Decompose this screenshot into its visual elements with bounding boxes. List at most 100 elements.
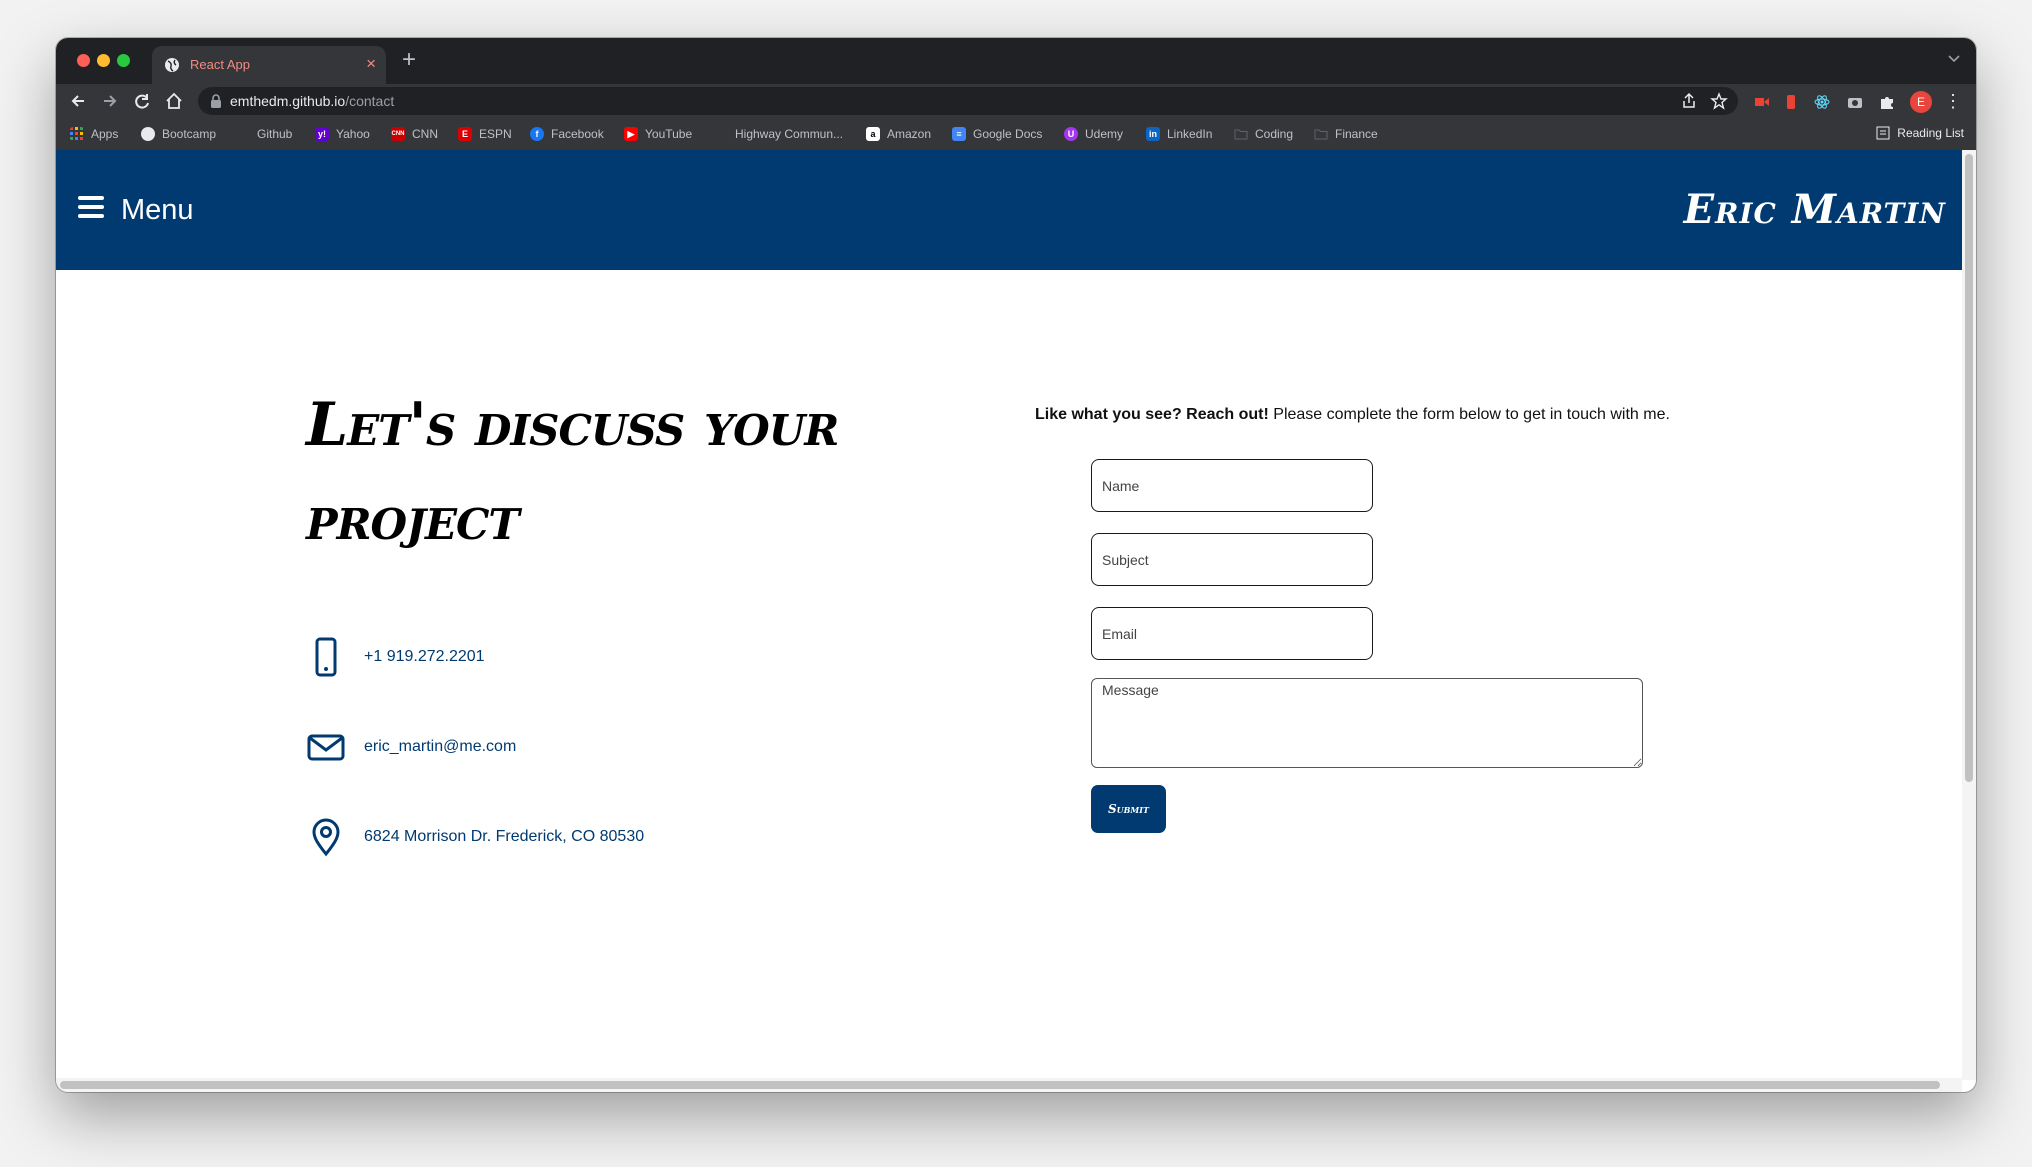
google-docs-icon: ≡ (952, 127, 966, 141)
reload-icon[interactable] (132, 91, 152, 111)
bookmark-folder-coding[interactable]: Coding (1234, 126, 1293, 142)
subject-input[interactable] (1091, 533, 1373, 586)
form-intro-text: Please complete the form below to get in… (1268, 406, 1670, 423)
cnn-icon: CNN (391, 127, 405, 141)
submit-button[interactable]: Submit (1091, 785, 1166, 833)
yahoo-icon: y! (315, 127, 329, 141)
bookmark-folder-finance[interactable]: Finance (1314, 126, 1378, 142)
reading-list-icon (1876, 126, 1890, 140)
hamburger-menu-icon[interactable] (78, 196, 104, 218)
minimize-window-button[interactable] (97, 54, 110, 67)
phone-number[interactable]: +1 919.272.2201 (364, 648, 485, 666)
email-input[interactable] (1091, 607, 1373, 660)
bookmark-label: Google Docs (973, 127, 1043, 141)
bookmark-udemy[interactable]: U Udemy (1064, 126, 1123, 142)
bookmark-label: Highway Commun... (735, 127, 844, 141)
folder-icon (1314, 129, 1328, 140)
bookmark-yahoo[interactable]: y! Yahoo (315, 126, 370, 142)
reading-list-label: Reading List (1897, 126, 1964, 140)
site-header: Menu Eric Martin (56, 150, 1962, 270)
tab-react-app[interactable]: React App × (152, 46, 386, 84)
browser-menu-icon[interactable]: ⋮ (1944, 92, 1962, 110)
bookmark-github[interactable]: Github (236, 126, 292, 142)
bookmark-label: Facebook (551, 127, 604, 141)
react-devtools-icon[interactable] (1813, 93, 1831, 111)
back-icon[interactable] (68, 91, 88, 111)
horizontal-scrollbar[interactable] (56, 1078, 1962, 1092)
form-intro-bold: Like what you see? Reach out! (1035, 406, 1269, 423)
bookmark-facebook[interactable]: f Facebook (530, 126, 604, 142)
new-tab-button[interactable]: + (402, 46, 416, 74)
forward-icon[interactable] (100, 91, 120, 111)
bookmark-google-docs[interactable]: ≡ Google Docs (952, 126, 1042, 142)
facebook-icon: f (530, 127, 544, 141)
bookmarks-bar: Apps Bootcamp Github y! Yahoo CNN CNN E … (56, 118, 1976, 151)
chevron-down-icon[interactable] (1946, 50, 1962, 66)
close-window-button[interactable] (77, 54, 90, 67)
bookmark-label: Yahoo (336, 127, 370, 141)
amazon-icon: a (866, 127, 880, 141)
street-address: 6824 Morrison Dr. Frederick, CO 80530 (364, 828, 645, 845)
envelope-icon (307, 734, 345, 761)
mobile-phone-icon (315, 637, 337, 677)
espn-icon: E (458, 127, 472, 141)
profile-avatar[interactable]: E (1910, 91, 1932, 113)
site-brand[interactable]: Eric Martin (1684, 186, 1946, 233)
message-textarea[interactable] (1091, 678, 1643, 768)
map-pin-icon (312, 818, 340, 857)
globe-icon (141, 127, 155, 141)
bookmark-label: Coding (1255, 127, 1294, 141)
url-text: emthedm.github.io/contact (230, 93, 395, 109)
bookmark-label: CNN (412, 127, 438, 141)
lock-icon (211, 94, 221, 108)
bookmark-cnn[interactable]: CNN CNN (391, 126, 438, 142)
bookmark-label: Apps (91, 127, 119, 141)
reading-list-button[interactable]: Reading List (1876, 126, 1964, 140)
bookmark-label: YouTube (645, 127, 693, 141)
bookmark-label: Amazon (887, 127, 932, 141)
bookmark-highway[interactable]: Highway Commun... (714, 126, 843, 142)
bookmark-apps[interactable]: Apps (70, 126, 118, 142)
horizontal-scroll-thumb[interactable] (60, 1081, 1940, 1089)
browser-toolbar: emthedm.github.io/contact E ⋮ (56, 84, 1976, 118)
tab-title: React App (190, 57, 250, 72)
tab-strip: React App × + (56, 38, 1976, 84)
bookmark-label: Udemy (1085, 127, 1124, 141)
email-address[interactable]: eric_martin@me.com (364, 738, 516, 756)
address-bar[interactable]: emthedm.github.io/contact (198, 87, 1738, 115)
bookmark-linkedin[interactable]: in LinkedIn (1146, 126, 1212, 142)
bookmark-star-icon[interactable] (1710, 92, 1728, 110)
github-icon (236, 127, 250, 141)
page-viewport: Menu Eric Martin Let's discuss your proj… (56, 150, 1962, 1080)
highway-icon (714, 127, 728, 141)
menu-label[interactable]: Menu (121, 194, 194, 227)
camera-icon[interactable] (1846, 93, 1864, 111)
form-intro: Like what you see? Reach out! Please com… (1035, 406, 1670, 424)
extension-icon[interactable] (1782, 93, 1800, 111)
bookmark-youtube[interactable]: ▶ YouTube (624, 126, 692, 142)
puzzle-extensions-icon[interactable] (1878, 93, 1896, 111)
folder-icon (1234, 129, 1248, 140)
name-input[interactable] (1091, 459, 1373, 512)
maximize-window-button[interactable] (117, 54, 130, 67)
share-icon[interactable] (1680, 92, 1698, 110)
tab-close-icon[interactable]: × (366, 54, 376, 74)
page-title: Let's discuss your project (306, 390, 839, 554)
globe-icon (165, 58, 179, 72)
apps-grid-icon (70, 127, 83, 140)
bookmark-bootcamp[interactable]: Bootcamp (141, 126, 216, 142)
youtube-icon: ▶ (624, 127, 638, 141)
video-extension-icon[interactable] (1753, 93, 1771, 111)
contact-phone: +1 919.272.2201 (306, 637, 485, 677)
udemy-icon: U (1064, 127, 1078, 141)
vertical-scrollbar[interactable] (1962, 150, 1976, 1080)
bookmark-amazon[interactable]: a Amazon (866, 126, 931, 142)
bookmark-label: Bootcamp (162, 127, 217, 141)
contact-email: eric_martin@me.com (306, 727, 516, 767)
bookmark-label: Github (257, 127, 293, 141)
vertical-scroll-thumb[interactable] (1965, 154, 1973, 782)
home-icon[interactable] (164, 91, 184, 111)
bookmark-espn[interactable]: E ESPN (458, 126, 512, 142)
linkedin-icon: in (1146, 127, 1160, 141)
bookmark-label: Finance (1335, 127, 1378, 141)
